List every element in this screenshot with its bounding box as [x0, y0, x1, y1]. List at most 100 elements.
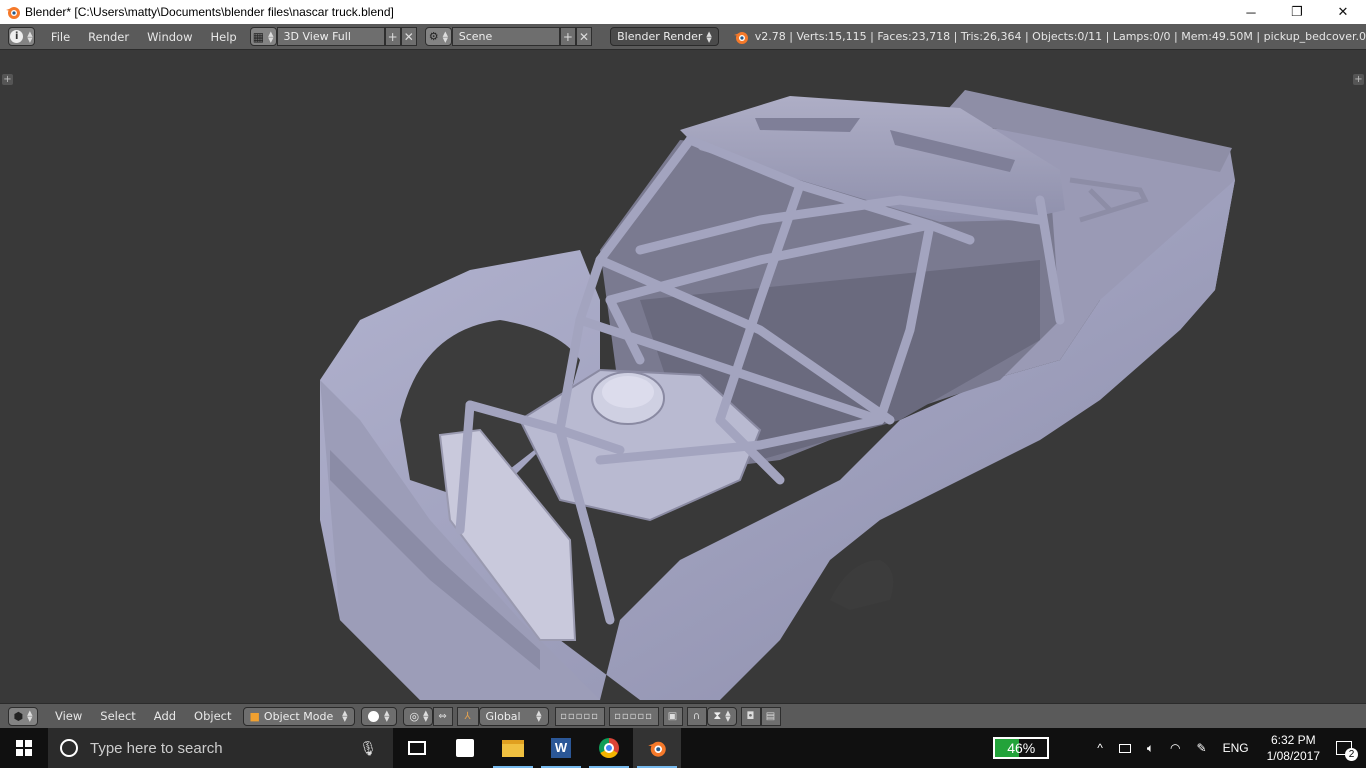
notification-count: 2: [1345, 748, 1358, 761]
camera-icon: ◘: [746, 710, 755, 722]
opengl-render-button[interactable]: ◘: [740, 706, 761, 726]
air-filter-top: [602, 376, 654, 408]
magnet-icon: ∩: [692, 710, 701, 722]
3d-viewport[interactable]: + +: [0, 50, 1366, 703]
manipulator-icon: ⇔: [438, 710, 447, 722]
truck-model-render: [320, 90, 1235, 700]
clock-date: 1/08/2017: [1266, 749, 1320, 763]
menu-view[interactable]: View: [46, 709, 91, 723]
editor-type-3dview-button[interactable]: ⬢ ▲ ▼: [8, 706, 38, 726]
transform-orientation-label: Global: [485, 709, 521, 723]
windows-logo-icon: [16, 740, 32, 756]
cortana-icon: [60, 739, 78, 757]
chevron-updown-icon: ▲ ▼: [384, 709, 390, 723]
transform-manipulator-button[interactable]: ⅄: [456, 706, 479, 726]
screen-layout-field[interactable]: 3D View Full: [276, 27, 385, 46]
taskbar-clock[interactable]: 6:32 PM 1/08/2017: [1257, 732, 1330, 764]
layer-buttons-group-b[interactable]: ▫▫▫▫▫: [608, 706, 659, 726]
taskbar-blender[interactable]: [633, 728, 681, 768]
add-scene-button[interactable]: +: [559, 27, 576, 46]
menu-add[interactable]: Add: [145, 709, 185, 723]
interaction-mode-label: Object Mode: [263, 709, 334, 723]
info-icon: i: [10, 30, 24, 43]
blender-logo-icon: [6, 7, 20, 19]
roof-vent: [755, 118, 860, 132]
editor-type-info-button[interactable]: i ▲ ▼: [8, 27, 35, 46]
system-tray: 46% ^ 🔈︎ ◠ ✎ ENG 6:32 PM 1/08/2017 2: [985, 728, 1366, 768]
scene-field[interactable]: Scene: [451, 27, 560, 46]
chevron-updown-icon: ▲ ▼: [27, 29, 33, 44]
pivot-point-dropdown[interactable]: ◎ ▲ ▼: [402, 706, 433, 726]
snap-toggle-button[interactable]: ∩: [686, 706, 707, 726]
object-mode-icon: ■: [249, 709, 260, 723]
chevron-updown-icon: ▲ ▼: [706, 29, 712, 44]
chevron-updown-icon: ▲ ▼: [27, 709, 33, 723]
close-icon: ✕: [403, 29, 414, 44]
viewport-shading-dropdown[interactable]: ▲ ▼: [360, 706, 397, 726]
task-view-icon: [408, 741, 426, 755]
menu-help[interactable]: Help: [201, 30, 245, 44]
start-button[interactable]: [0, 728, 48, 768]
microphone-icon[interactable]: 🎙︎: [359, 740, 377, 757]
action-center-button[interactable]: 2: [1330, 728, 1366, 768]
show-hidden-icons-button[interactable]: ^: [1089, 728, 1111, 768]
battery-meter[interactable]: 46%: [985, 728, 1089, 768]
blender-logo-icon: [733, 31, 748, 44]
grid-layout-icon: ▦: [252, 29, 265, 44]
scene-statistics: v2.78 | Verts:15,115 | Faces:23,718 | Tr…: [754, 30, 1366, 43]
chevron-updown-icon: ▲ ▼: [442, 29, 448, 44]
wifi-icon: ◠: [1170, 741, 1181, 755]
menu-object[interactable]: Object: [185, 709, 240, 723]
input-language[interactable]: ENG: [1215, 728, 1257, 768]
render-engine-label: Blender Render: [617, 30, 703, 43]
delete-scene-button[interactable]: ✕: [575, 27, 593, 46]
close-button[interactable]: ✕: [1320, 0, 1366, 24]
speaker-icon: 🔈︎: [1146, 740, 1155, 755]
plus-icon: +: [387, 29, 398, 44]
search-placeholder: Type here to search: [90, 739, 223, 757]
layers-grid-icon: ▫▫▫▫▫: [560, 710, 599, 722]
render-engine-dropdown[interactable]: Blender Render ▲ ▼: [610, 27, 719, 46]
pen-workspace-button[interactable]: ✎: [1189, 728, 1215, 768]
chevron-updown-icon: ▲ ▼: [725, 709, 731, 723]
chevron-updown-icon: ▲ ▼: [268, 29, 274, 44]
screen-layout-selector[interactable]: ▦ ▲ ▼: [249, 27, 277, 46]
task-view-button[interactable]: [393, 728, 441, 768]
snap-element-dropdown[interactable]: ⧗ ▲ ▼: [706, 706, 737, 726]
scene-selector[interactable]: ⚙ ▲ ▼: [424, 27, 452, 46]
store-icon: [456, 739, 474, 757]
battery-percent: 46%: [1007, 740, 1036, 756]
chevron-updown-icon: ▲ ▼: [536, 709, 542, 723]
add-screen-button[interactable]: +: [384, 27, 401, 46]
interaction-mode-dropdown[interactable]: ■ Object Mode ▲ ▼: [242, 706, 355, 726]
taskbar-chrome[interactable]: [585, 728, 633, 768]
lock-icon: ▣: [667, 710, 678, 722]
solid-shading-icon: [367, 710, 379, 722]
taskbar-word[interactable]: W: [537, 728, 585, 768]
blender-logo-icon: [648, 741, 666, 757]
menu-window[interactable]: Window: [138, 30, 201, 44]
wifi-button[interactable]: ◠: [1162, 728, 1188, 768]
delete-screen-button[interactable]: ✕: [400, 27, 417, 46]
manipulator-toggle-button[interactable]: ⇔: [432, 706, 453, 726]
close-icon: ✕: [579, 29, 590, 44]
snap-increment-icon: ⧗: [713, 709, 722, 722]
menu-render[interactable]: Render: [79, 30, 138, 44]
menu-select[interactable]: Select: [91, 709, 144, 723]
windows-taskbar: Type here to search 🎙︎ W 46% ^ 🔈︎ ◠ ✎ EN…: [0, 728, 1366, 768]
lock-camera-button[interactable]: ▣: [662, 706, 683, 726]
taskbar-store[interactable]: [441, 728, 489, 768]
menu-file[interactable]: File: [42, 30, 79, 44]
taskbar-search-box[interactable]: Type here to search 🎙︎: [48, 728, 393, 768]
taskbar-file-explorer[interactable]: [489, 728, 537, 768]
transform-orientation-dropdown[interactable]: Global ▲ ▼: [478, 706, 549, 726]
battery-tray-icon[interactable]: [1111, 728, 1139, 768]
chevron-up-icon: ^: [1097, 741, 1103, 755]
layer-buttons-group-a[interactable]: ▫▫▫▫▫: [554, 706, 605, 726]
opengl-animation-button[interactable]: ▤: [760, 706, 781, 726]
volume-button[interactable]: 🔈︎: [1139, 728, 1162, 768]
layers-grid-icon: ▫▫▫▫▫: [614, 710, 653, 722]
window-title: Blender* [C:\Users\matty\Documents\blend…: [25, 5, 394, 19]
minimize-button[interactable]: ─: [1228, 0, 1274, 24]
maximize-button[interactable]: ❐: [1274, 0, 1320, 24]
